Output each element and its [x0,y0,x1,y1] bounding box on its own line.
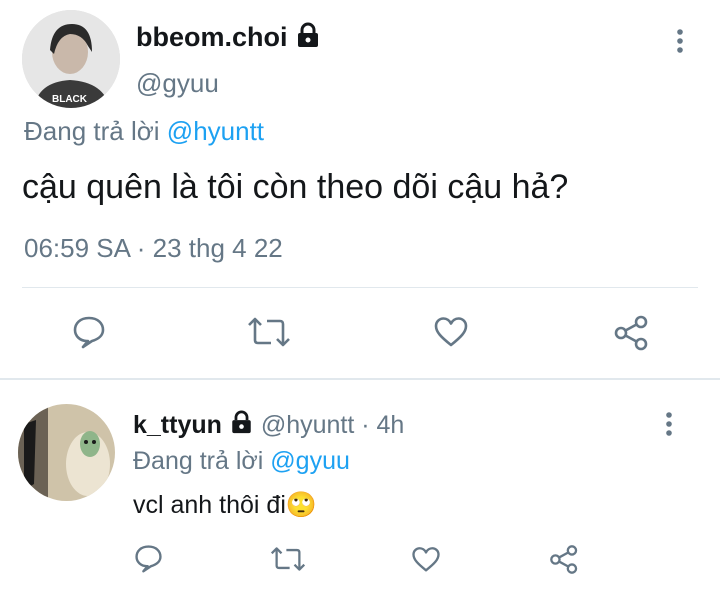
more-vertical-icon[interactable] [672,28,688,56]
share-icon [550,545,578,574]
lock-icon [297,22,319,56]
heart-icon [434,317,468,347]
comment-bubble-icon [135,545,162,573]
svg-text:BLACK: BLACK [52,94,88,105]
handle[interactable]: @gyuu [136,66,219,100]
retweet-icon [248,317,290,347]
share-button[interactable] [612,313,652,353]
share-button[interactable] [548,543,581,576]
reply-button[interactable] [134,544,163,573]
replying-to-line: Đang trả lời @gyuu [133,445,350,477]
retweet-button[interactable] [247,316,291,348]
comment-bubble-icon [73,316,105,349]
avatar-k-ttyun[interactable] [18,404,115,501]
replying-to-link[interactable]: @hyuntt [167,116,264,146]
heart-icon [412,547,440,572]
like-button[interactable] [411,546,441,573]
tweet-text: vcl anh thôi đi [133,491,286,519]
replying-prefix: Đang trả lời [24,116,160,146]
tweet-age: · 4h [361,411,405,439]
retweet-icon [270,547,306,571]
display-name[interactable]: bbeom.choi [136,22,288,52]
reply-header-row: k_ttyun @hyuntt · 4h [133,409,404,442]
replying-prefix: Đang trả lời [133,447,264,475]
retweet-button[interactable] [270,546,306,572]
avatar-bbeom-choi[interactable]: BLACK [22,10,120,108]
display-name[interactable]: k_ttyun [133,411,222,439]
divider [22,287,698,288]
reply-text-row: vcl anh thôi đi🙄 [133,489,317,521]
eye-roll-emoji: 🙄 [285,491,318,519]
share-icon [614,315,648,351]
avatar-photo [18,404,115,501]
replying-to-link[interactable]: @gyuu [270,447,350,475]
replying-to-line: Đang trả lời @hyuntt [24,114,264,148]
display-name-row: bbeom.choi [136,20,319,56]
handle[interactable]: @hyuntt [261,411,354,439]
like-button[interactable] [433,316,469,348]
tweet-text: cậu quên là tôi còn theo dõi cậu hả? [22,168,569,206]
reply-button[interactable] [72,315,106,349]
section-separator [0,378,720,380]
more-vertical-icon[interactable] [661,411,677,439]
avatar-photo: BLACK [22,10,120,108]
tweet-timestamp[interactable]: 06:59 SA · 23 thg 4 22 [24,231,283,265]
lock-icon [231,410,252,442]
